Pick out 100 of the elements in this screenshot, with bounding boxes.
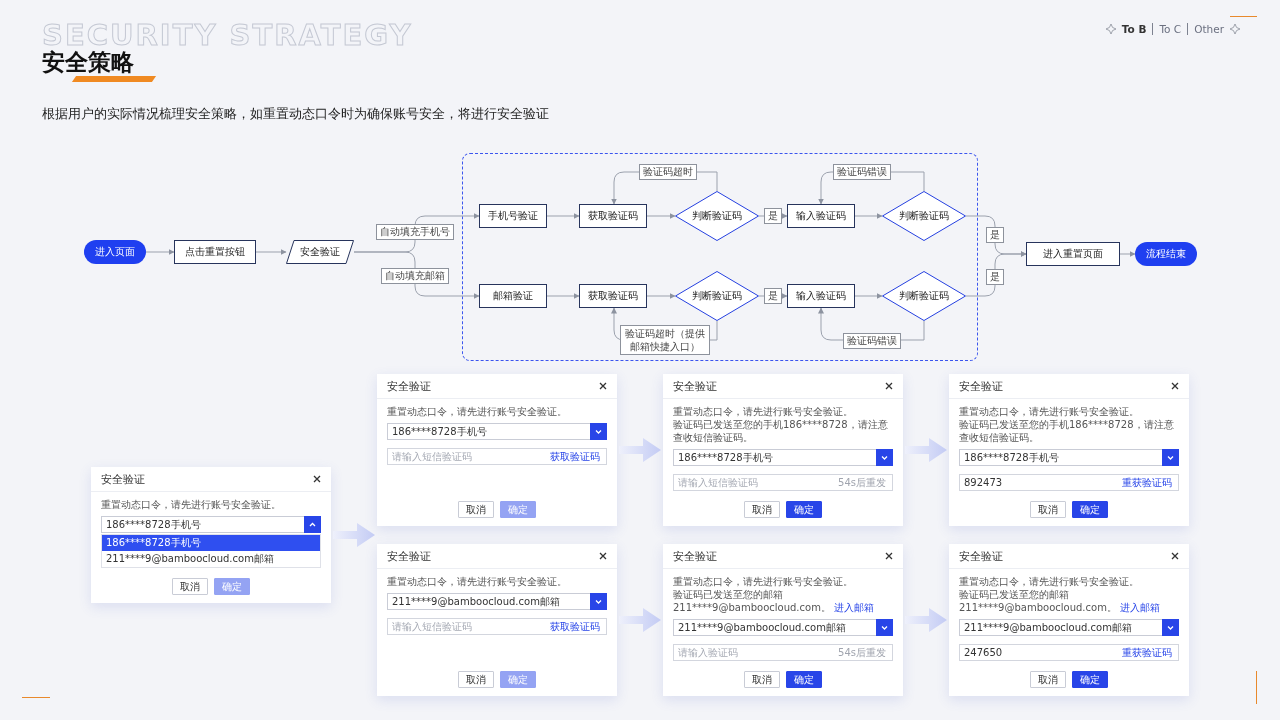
hint-text: 重置动态口令，请先进行账号安全验证。 [387, 405, 568, 418]
dialog-title: 安全验证 [101, 471, 145, 487]
edge-label: 验证码超时（提供邮箱快捷入口） [620, 325, 710, 355]
chevron-icon [1166, 623, 1175, 632]
chevron-icon [308, 520, 317, 529]
dropdown-option[interactable]: 211****9@bamboocloud.com邮箱 [102, 551, 320, 567]
account-select[interactable]: 186****8728手机号 [673, 449, 876, 466]
process-node: 输入验证码 [787, 284, 855, 308]
flow-arrow [905, 607, 947, 633]
dropdown-button[interactable] [876, 619, 893, 636]
dialog-title: 安全验证 [959, 548, 1003, 564]
mailbox-link[interactable]: 进入邮箱 [833, 602, 874, 613]
process-node: 获取验证码 [579, 204, 647, 228]
dropdown-button[interactable] [590, 423, 607, 440]
cancel-button[interactable]: 取消 [172, 578, 208, 595]
edge-label: 验证码超时 [639, 164, 697, 180]
account-select[interactable]: 186****8728手机号 [101, 516, 304, 533]
close-icon[interactable] [885, 552, 893, 560]
hint-text: 重置动态口令，请先进行账号安全验证。 [673, 405, 854, 418]
process-node: 手机号验证 [479, 204, 547, 228]
flow-arrow [619, 607, 661, 633]
flow-arrow [619, 437, 661, 463]
account-select[interactable]: 186****8728手机号 [387, 423, 590, 440]
cancel-button[interactable]: 取消 [458, 501, 494, 518]
sparkle-icon [1105, 24, 1116, 34]
flow-arrow [333, 522, 375, 548]
hint-text: 验证码已发送至您的邮箱211****9@bamboocloud.com。 进入邮箱 [673, 588, 875, 614]
mailbox-link[interactable]: 进入邮箱 [1119, 602, 1160, 613]
flow-arrow [905, 437, 947, 463]
decision-node: 判断验证码 [675, 191, 759, 241]
chevron-icon [880, 623, 889, 632]
connector-arrow [1119, 251, 1136, 257]
nav-tab[interactable]: To B [1121, 23, 1147, 35]
dropdown-button[interactable] [590, 593, 607, 610]
connector-arrow [965, 251, 1027, 297]
confirm-button[interactable]: 确定 [1072, 501, 1108, 518]
account-select[interactable]: 186****8728手机号 [959, 449, 1162, 466]
page-title: 安全策略 [42, 50, 134, 75]
sparkle-icon [1230, 24, 1240, 34]
account-select[interactable]: 211****9@bamboocloud.com邮箱 [673, 619, 876, 636]
dropdown-button[interactable] [1162, 449, 1179, 466]
edge-label: 自动填充手机号 [376, 224, 454, 240]
edge-label: 自动填充邮箱 [381, 268, 449, 284]
close-icon[interactable] [1171, 552, 1179, 560]
connector-arrow [255, 249, 287, 255]
hint-text: 验证码已发送至您的手机186****8728，请注意查收短信验证码。 [673, 418, 889, 444]
connector-arrow [145, 249, 175, 255]
cancel-button[interactable]: 取消 [1030, 501, 1066, 518]
input-node: 安全验证 [286, 240, 354, 264]
terminal-node: 进入页面 [84, 240, 146, 264]
hint-text: 重置动态口令，请先进行账号安全验证。 [959, 405, 1140, 418]
confirm-button[interactable]: 确定 [786, 671, 822, 688]
close-icon[interactable] [313, 475, 321, 483]
edge-label: 验证码错误 [833, 164, 891, 180]
dialog-title: 安全验证 [387, 378, 431, 394]
cancel-button[interactable]: 取消 [1030, 671, 1066, 688]
chevron-icon [594, 597, 603, 606]
account-select[interactable]: 211****9@bamboocloud.com邮箱 [959, 619, 1162, 636]
nav-tab[interactable]: To C [1152, 23, 1182, 35]
dropdown-button[interactable] [1162, 619, 1179, 636]
nav-tab[interactable]: Other [1187, 23, 1224, 35]
connector-arrow [854, 213, 883, 219]
dropdown-button[interactable] [876, 449, 893, 466]
process-node: 点击重置按钮 [174, 240, 256, 264]
chevron-icon [880, 453, 889, 462]
process-node: 获取验证码 [579, 284, 647, 308]
close-icon[interactable] [885, 382, 893, 390]
close-icon[interactable] [599, 382, 607, 390]
decision-node: 判断验证码 [675, 271, 759, 321]
confirm-button[interactable]: 确定 [1072, 671, 1108, 688]
hint-text: 验证码已发送至您的邮箱211****9@bamboocloud.com。 进入邮箱 [959, 588, 1161, 614]
connector-arrow [546, 293, 580, 299]
terminal-node: 流程结束 [1135, 242, 1197, 266]
dropdown-button[interactable] [304, 516, 321, 533]
chevron-icon [594, 427, 603, 436]
dialog-title: 安全验证 [959, 378, 1003, 394]
edge-label: 是 [986, 269, 1004, 285]
connector-arrow [546, 213, 580, 219]
edge-label: 验证码错误 [843, 333, 901, 349]
dialog-title: 安全验证 [387, 548, 431, 564]
process-node: 邮箱验证 [479, 284, 547, 308]
process-node: 进入重置页面 [1026, 242, 1120, 266]
hint-text: 重置动态口令，请先进行账号安全验证。 [959, 575, 1140, 588]
edge-label: 是 [764, 208, 782, 224]
description-text: 根据用户的实际情况梳理安全策略，如重置动态口令时为确保账号安全，将进行安全验证 [42, 106, 550, 123]
hint-text: 验证码已发送至您的手机186****8728，请注意查收短信验证码。 [959, 418, 1175, 444]
account-select[interactable]: 211****9@bamboocloud.com邮箱 [387, 593, 590, 610]
cancel-button[interactable]: 取消 [744, 501, 780, 518]
connector-arrow [646, 213, 676, 219]
close-icon[interactable] [599, 552, 607, 560]
confirm-button[interactable]: 确定 [786, 501, 822, 518]
cancel-button[interactable]: 取消 [458, 671, 494, 688]
edge-label: 是 [986, 227, 1004, 243]
dropdown-option[interactable]: 186****8728手机号 [102, 535, 320, 551]
hint-text: 重置动态口令，请先进行账号安全验证。 [101, 498, 282, 511]
dialog-title: 安全验证 [673, 548, 717, 564]
close-icon[interactable] [1171, 382, 1179, 390]
connector-arrow [854, 293, 883, 299]
cancel-button[interactable]: 取消 [744, 671, 780, 688]
chevron-icon [1166, 453, 1175, 462]
